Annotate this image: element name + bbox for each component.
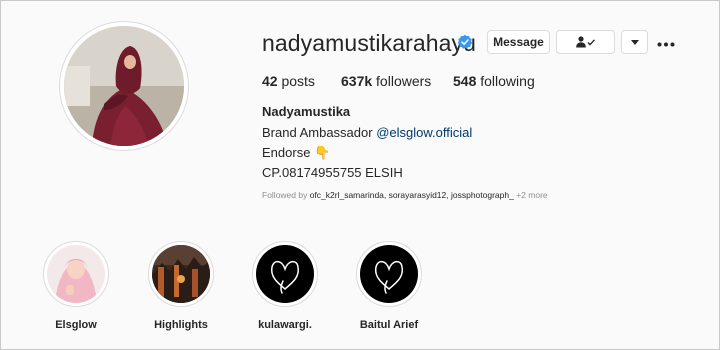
more-options-button[interactable] [657,34,675,48]
followers-count: 637k [341,73,373,89]
profile-header: nadyamustikarahayu Message 42 posts 637k [0,0,720,350]
highlight-cover [360,245,418,303]
followers-label: followers [376,73,432,89]
highlight-label: Elsglow [55,319,97,331]
bio-text: Brand Ambassador [262,125,377,140]
highlight-item[interactable]: Baitul Arief [354,241,424,331]
highlight-cover [256,245,314,303]
posts-count: 42 [262,73,278,89]
profile-username: nadyamustikarahayu [262,30,477,56]
verified-badge-icon [457,34,473,49]
followed-by-more: +2 more [513,190,548,200]
message-button[interactable]: Message [487,30,550,54]
bio-line-2: Endorse 👇 [262,145,331,160]
bio-mention-link[interactable]: @elsglow.official [376,125,472,140]
avatar-photo [64,26,184,146]
more-options-icon [657,42,675,47]
bio-line-1: Brand Ambassador @elsglow.official [262,125,472,140]
following-button[interactable] [556,30,615,54]
followed-by[interactable]: Followed by ofc_k2rl_samarinda, sorayara… [262,190,548,200]
person-check-icon [575,36,595,48]
highlight-label: Baitul Arief [359,319,419,331]
highlight-item[interactable]: Elsglow [41,241,111,331]
bio-line-3: CP.08174955755 ELSIH [262,165,403,180]
highlight-label: kulawargi. [258,319,312,331]
highlight-cover [152,245,210,303]
highlight-item[interactable]: Highlights [146,241,216,331]
posts-label: posts [281,73,315,89]
followed-by-prefix: Followed by [262,190,310,200]
posts-stat: 42 posts [262,73,315,89]
followers-stat[interactable]: 637k followers [341,73,431,89]
highlight-cover-ring [43,241,109,307]
following-stat[interactable]: 548 following [453,73,535,89]
highlight-item[interactable]: kulawargi. [250,241,320,331]
profile-avatar[interactable] [59,21,189,151]
followed-by-names: ofc_k2rl_samarinda, sorayarasyid12, joss… [309,190,514,200]
profile-full-name: Nadyamustika [262,104,351,119]
following-count: 548 [453,73,477,89]
highlight-cover-ring [148,241,214,307]
suggested-accounts-button[interactable] [621,30,648,54]
highlight-cover [47,245,105,303]
caret-down-icon [630,39,639,45]
highlight-cover-ring [356,241,422,307]
highlight-label: Highlights [154,319,208,331]
following-label: following [480,73,535,89]
highlight-cover-ring [252,241,318,307]
